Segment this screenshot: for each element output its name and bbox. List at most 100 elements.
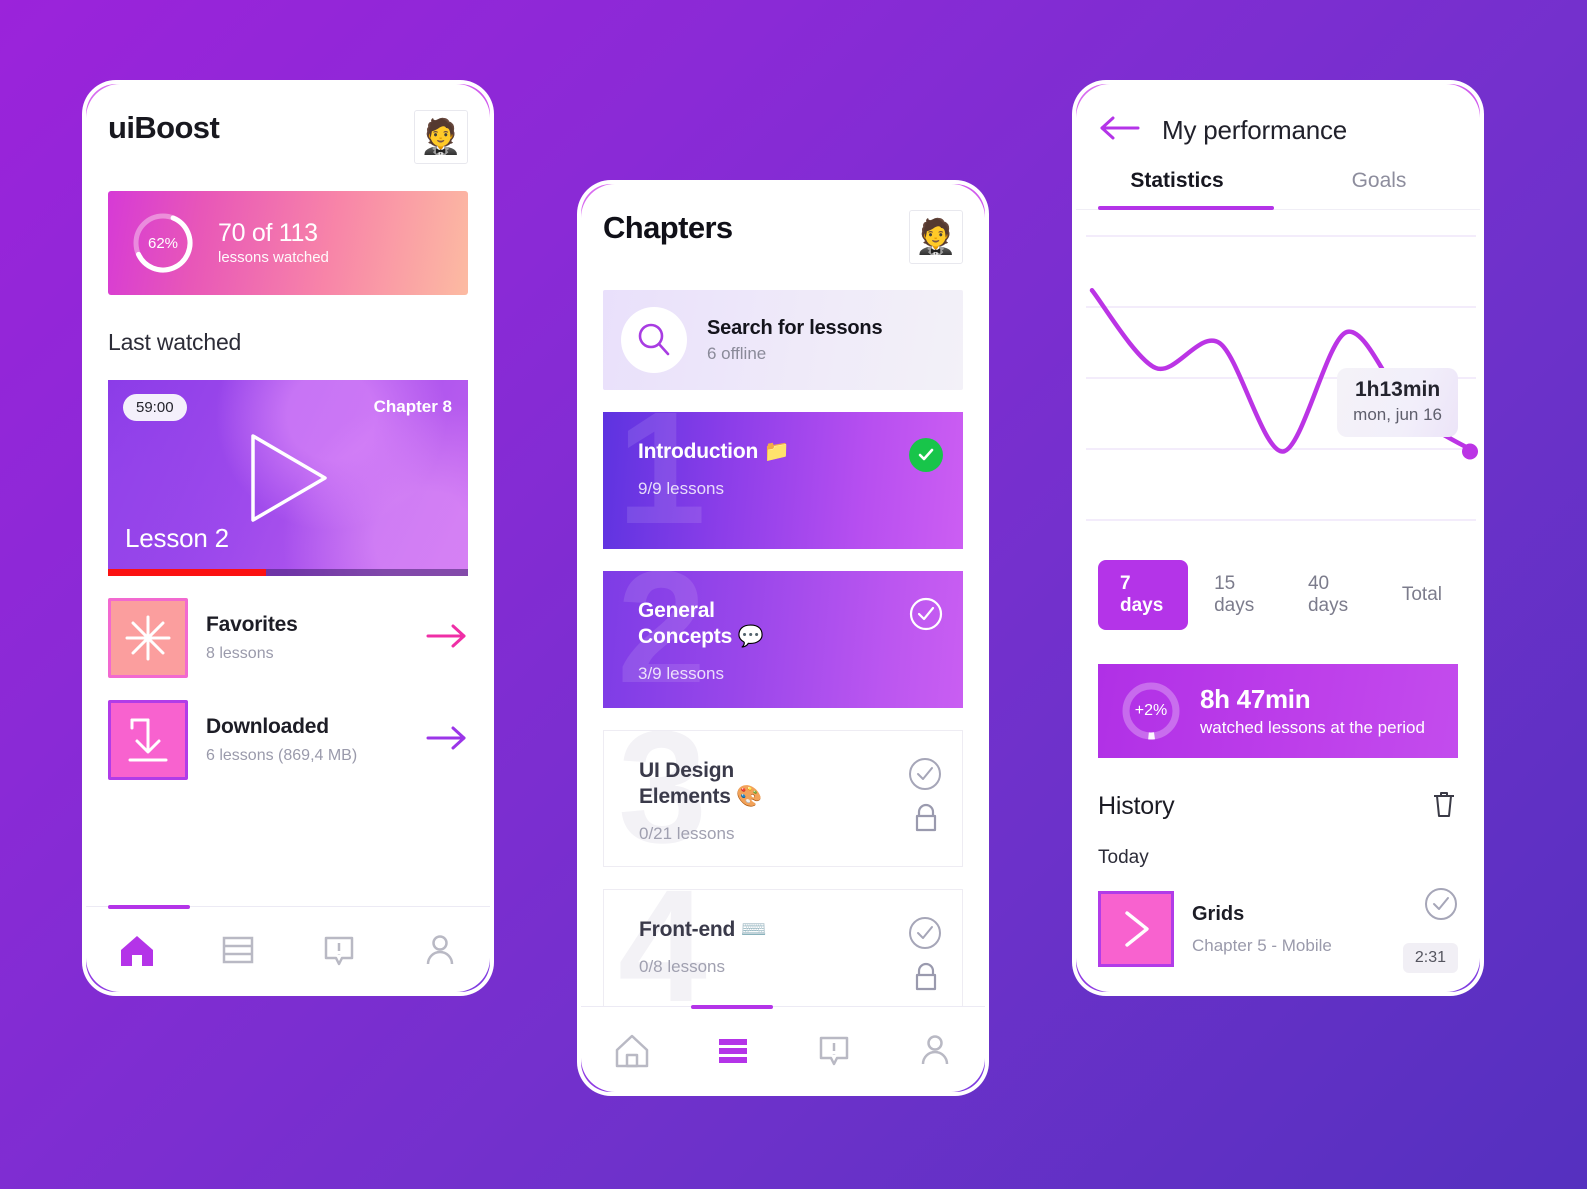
- check-outline-white-icon: [909, 597, 943, 636]
- last-watched-video-card[interactable]: 59:00 Chapter 8 Lesson 2: [108, 380, 468, 576]
- avatar-glyph: 🤵: [419, 118, 463, 156]
- alert-bubble-icon: [324, 936, 353, 965]
- chapter-card-1[interactable]: 1 Introduction 📁 9/9 lessons: [603, 412, 963, 549]
- progress-sub: lessons watched: [218, 249, 329, 267]
- avatar[interactable]: 🤵: [414, 110, 468, 164]
- period-7-days[interactable]: 7 days: [1098, 560, 1189, 630]
- tab-goals[interactable]: Goals: [1278, 169, 1480, 209]
- video-chapter-label: Chapter 8: [373, 397, 452, 416]
- watch-card-text: 8h 47min watched lessons at the period: [1200, 684, 1425, 738]
- chapter-title: Introduction 📁: [638, 440, 790, 463]
- history-lesson-time: 2:31: [1402, 943, 1458, 973]
- chapters-screen: Chapters 🤵 Search for lessons 6 offline: [581, 184, 985, 1092]
- history-header: History: [1098, 788, 1458, 825]
- video-duration-badge: 59:00: [123, 394, 187, 421]
- search-title: Search for lessons: [707, 316, 883, 339]
- period-15-days[interactable]: 15 days: [1198, 562, 1282, 628]
- statistics-chart[interactable]: 1h13min mon, jun 16: [1076, 218, 1480, 538]
- check-outline-grey-icon: [908, 757, 942, 796]
- trash-icon[interactable]: [1430, 788, 1458, 825]
- tab-profile[interactable]: [884, 1028, 985, 1072]
- watched-total: 8h 47min: [1200, 684, 1311, 714]
- tab-notices[interactable]: [783, 1028, 884, 1072]
- performance-tabs: Statistics Goals: [1076, 169, 1480, 210]
- progress-percent: 62%: [147, 234, 179, 252]
- tab-chapters[interactable]: [187, 928, 288, 972]
- play-icon[interactable]: [245, 430, 331, 526]
- progress-text: 70 of 113 lessons watched: [218, 220, 329, 267]
- period-total[interactable]: Total: [1386, 573, 1458, 617]
- performance-screen: My performance Statistics Goals 1h13min …: [1076, 84, 1480, 992]
- home-screen: uiBoost 🤵 62% 70 of 113 lessons watched …: [86, 84, 490, 992]
- app-title: uiBoost: [108, 110, 220, 145]
- asterisk-icon: [108, 598, 188, 678]
- list-item-downloaded[interactable]: Downloaded 6 lessons (869,4 MB): [108, 700, 468, 780]
- check-filled-green-icon: [909, 438, 943, 472]
- downloaded-title: Downloaded: [206, 715, 329, 738]
- status-badge: [909, 438, 943, 472]
- lock-icon: [912, 803, 940, 838]
- phone-performance: My performance Statistics Goals 1h13min …: [1072, 80, 1484, 996]
- avatar[interactable]: 🤵: [909, 210, 963, 264]
- period-filter: 7 days 15 days 40 days Total: [1098, 560, 1458, 630]
- watched-sub: watched lessons at the period: [1200, 718, 1425, 737]
- video-progress-bar[interactable]: [108, 569, 468, 576]
- arrow-right-icon[interactable]: [426, 725, 468, 756]
- tooltip-date: mon, jun 16: [1353, 405, 1442, 424]
- play-chevron-icon: [1098, 891, 1174, 967]
- progress-ring: 62%: [130, 210, 196, 276]
- chapter-lessons: 3/9 lessons: [638, 664, 724, 684]
- chapters-header: Chapters 🤵: [581, 184, 985, 264]
- favorites-text: Favorites 8 lessons: [206, 613, 408, 663]
- favorites-sub: 8 lessons: [206, 645, 274, 662]
- home-tabbar: [86, 905, 490, 992]
- page-title: Chapters: [603, 210, 733, 245]
- performance-header: My performance: [1076, 84, 1480, 147]
- chart-tooltip: 1h13min mon, jun 16: [1337, 368, 1458, 437]
- tab-indicator: [691, 1005, 773, 1009]
- history-title: History: [1098, 792, 1175, 820]
- check-outline-grey-icon: [1424, 887, 1458, 926]
- home-icon: [615, 1034, 648, 1067]
- lock-icon: [912, 962, 940, 997]
- lessons-progress-card[interactable]: 62% 70 of 113 lessons watched: [108, 191, 468, 295]
- chapter-card-3[interactable]: 3 UI Design Elements 🎨 0/21 lessons: [603, 730, 963, 867]
- history-row[interactable]: Grids Chapter 5 - Mobile 2:31: [1098, 888, 1458, 973]
- chapter-lessons: 0/21 lessons: [639, 824, 735, 844]
- arrow-left-icon[interactable]: [1098, 114, 1140, 147]
- chapter-card-2[interactable]: 2 General Concepts 💬 3/9 lessons: [603, 571, 963, 708]
- search-card-text: Search for lessons 6 offline: [707, 316, 883, 364]
- chapter-title: General Concepts 💬: [638, 599, 764, 649]
- phone-home: uiBoost 🤵 62% 70 of 113 lessons watched …: [82, 80, 494, 996]
- downloaded-sub: 6 lessons (869,4 MB): [206, 747, 358, 764]
- chapter-title: UI Design Elements 🎨: [639, 759, 763, 809]
- phone-chapters: Chapters 🤵 Search for lessons 6 offline: [577, 180, 989, 1096]
- page-title: My performance: [1162, 115, 1348, 145]
- chapter-lessons: 9/9 lessons: [638, 479, 724, 499]
- download-icon: [108, 700, 188, 780]
- history-group-label: Today: [1098, 847, 1149, 868]
- tab-chapters[interactable]: [682, 1028, 783, 1072]
- tab-notices[interactable]: [288, 928, 389, 972]
- alert-bubble-icon: [819, 1036, 848, 1065]
- home-header: uiBoost 🤵: [86, 84, 490, 164]
- arrow-right-icon[interactable]: [426, 623, 468, 654]
- list-icon: [718, 1038, 747, 1063]
- search-lessons-card[interactable]: Search for lessons 6 offline: [603, 290, 963, 390]
- person-icon: [921, 1034, 948, 1064]
- tab-profile[interactable]: [389, 928, 490, 972]
- tab-statistics[interactable]: Statistics: [1076, 169, 1278, 209]
- tooltip-value: 1h13min: [1354, 378, 1441, 401]
- tab-home[interactable]: [86, 928, 187, 972]
- history-lesson-name: Grids: [1192, 902, 1245, 925]
- tab-home[interactable]: [581, 1028, 682, 1072]
- home-icon: [120, 935, 153, 966]
- chapter-title: Front-end ⌨️: [639, 918, 767, 941]
- video-lesson-title: Lesson 2: [125, 523, 229, 553]
- list-item-favorites[interactable]: Favorites 8 lessons: [108, 598, 468, 678]
- watched-summary-card[interactable]: +2% 8h 47min watched lessons at the peri…: [1098, 664, 1458, 758]
- tab-indicator: [1098, 206, 1274, 210]
- check-outline-grey-icon: [908, 916, 942, 955]
- search-icon: [621, 307, 687, 373]
- period-40-days[interactable]: 40 days: [1292, 562, 1376, 628]
